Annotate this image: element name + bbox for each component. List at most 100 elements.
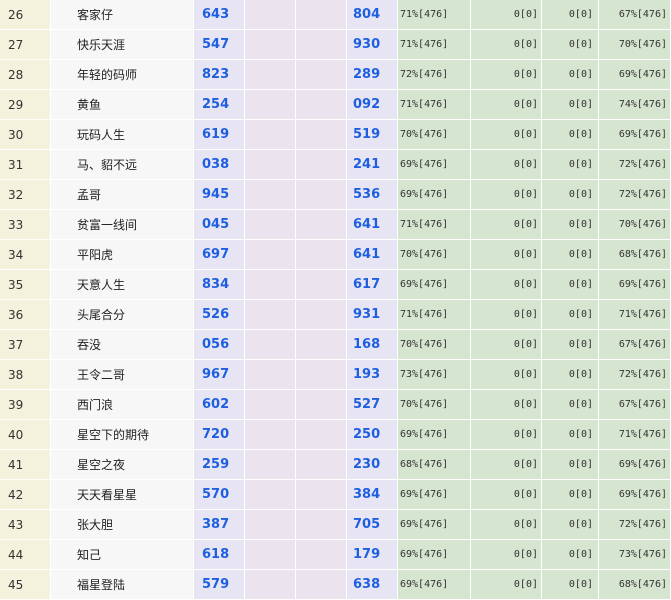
stat-4-cell: 70%[476]	[598, 29, 671, 60]
number-a-cell: 643	[193, 0, 245, 30]
username-cell: 吞没	[50, 329, 194, 360]
empty-cell	[244, 209, 296, 240]
table-row: 43 张大胆 387 705 69%[476] 0[0] 0[0] 72%[476]	[0, 509, 671, 540]
empty-cell	[295, 539, 347, 570]
empty-cell	[295, 209, 347, 240]
username-cell: 年轻的码师	[50, 59, 194, 90]
number-a-cell: 823	[193, 59, 245, 90]
number-b-cell: 641	[346, 209, 398, 240]
stat-3-cell: 0[0]	[541, 419, 599, 450]
rank-cell: 38	[0, 359, 51, 390]
stat-2-cell: 0[0]	[470, 269, 542, 300]
empty-cell	[244, 449, 296, 480]
stat-4-cell: 69%[476]	[598, 269, 671, 300]
username-cell: 天天看星星	[50, 479, 194, 510]
username-cell: 福星登陆	[50, 569, 194, 600]
number-a-cell: 945	[193, 179, 245, 210]
empty-cell	[244, 0, 296, 30]
stat-3-cell: 0[0]	[541, 449, 599, 480]
number-a-cell: 618	[193, 539, 245, 570]
stat-3-cell: 0[0]	[541, 119, 599, 150]
rank-cell: 35	[0, 269, 51, 300]
number-a-cell: 387	[193, 509, 245, 540]
ranking-table-body: 26 客家仔 643 804 71%[476] 0[0] 0[0] 67%[476] 27 快乐天…	[0, 0, 671, 600]
stat-2-cell: 0[0]	[470, 59, 542, 90]
username-cell: 张大胆	[50, 509, 194, 540]
stat-1-cell: 73%[476]	[397, 359, 471, 390]
number-a-cell: 619	[193, 119, 245, 150]
stat-2-cell: 0[0]	[470, 389, 542, 420]
number-b-cell: 536	[346, 179, 398, 210]
empty-cell	[295, 509, 347, 540]
empty-cell	[295, 179, 347, 210]
stat-1-cell: 70%[476]	[397, 239, 471, 270]
rank-cell: 41	[0, 449, 51, 480]
stat-4-cell: 67%[476]	[598, 389, 671, 420]
number-b-cell: 930	[346, 29, 398, 60]
number-b-cell: 638	[346, 569, 398, 600]
stat-3-cell: 0[0]	[541, 89, 599, 120]
empty-cell	[295, 29, 347, 60]
stat-4-cell: 70%[476]	[598, 209, 671, 240]
username-cell: 马、貂不远	[50, 149, 194, 180]
number-b-cell: 617	[346, 269, 398, 300]
number-a-cell: 259	[193, 449, 245, 480]
username-cell: 玩码人生	[50, 119, 194, 150]
stat-1-cell: 71%[476]	[397, 29, 471, 60]
stat-3-cell: 0[0]	[541, 569, 599, 600]
empty-cell	[295, 329, 347, 360]
rank-cell: 29	[0, 89, 51, 120]
stat-2-cell: 0[0]	[470, 509, 542, 540]
number-b-cell: 705	[346, 509, 398, 540]
number-a-cell: 038	[193, 149, 245, 180]
table-row: 36 头尾合分 526 931 71%[476] 0[0] 0[0] 71%[476]	[0, 299, 671, 330]
number-b-cell: 641	[346, 239, 398, 270]
empty-cell	[244, 239, 296, 270]
table-row: 35 天意人生 834 617 69%[476] 0[0] 0[0] 69%[476]	[0, 269, 671, 300]
rank-cell: 33	[0, 209, 51, 240]
empty-cell	[295, 59, 347, 90]
number-a-cell: 967	[193, 359, 245, 390]
stat-3-cell: 0[0]	[541, 59, 599, 90]
number-b-cell: 289	[346, 59, 398, 90]
table-row: 45 福星登陆 579 638 69%[476] 0[0] 0[0] 68%[476]	[0, 569, 671, 600]
empty-cell	[244, 569, 296, 600]
table-row: 26 客家仔 643 804 71%[476] 0[0] 0[0] 67%[476]	[0, 0, 671, 30]
number-a-cell: 254	[193, 89, 245, 120]
empty-cell	[244, 509, 296, 540]
table-row: 39 西门浪 602 527 70%[476] 0[0] 0[0] 67%[476]	[0, 389, 671, 420]
stat-3-cell: 0[0]	[541, 0, 599, 30]
empty-cell	[295, 149, 347, 180]
stat-4-cell: 68%[476]	[598, 569, 671, 600]
rank-cell: 26	[0, 0, 51, 30]
table-row: 38 王令二哥 967 193 73%[476] 0[0] 0[0] 72%[476]	[0, 359, 671, 390]
stat-2-cell: 0[0]	[470, 149, 542, 180]
number-a-cell: 547	[193, 29, 245, 60]
number-b-cell: 193	[346, 359, 398, 390]
stat-3-cell: 0[0]	[541, 479, 599, 510]
empty-cell	[244, 119, 296, 150]
stat-1-cell: 70%[476]	[397, 329, 471, 360]
rank-cell: 40	[0, 419, 51, 450]
table-row: 34 平阳虎 697 641 70%[476] 0[0] 0[0] 68%[476]	[0, 239, 671, 270]
stat-1-cell: 70%[476]	[397, 119, 471, 150]
stat-1-cell: 70%[476]	[397, 389, 471, 420]
empty-cell	[295, 449, 347, 480]
rank-cell: 27	[0, 29, 51, 60]
number-a-cell: 697	[193, 239, 245, 270]
empty-cell	[244, 89, 296, 120]
stat-1-cell: 72%[476]	[397, 59, 471, 90]
username-cell: 知己	[50, 539, 194, 570]
empty-cell	[295, 0, 347, 30]
empty-cell	[244, 149, 296, 180]
rank-cell: 28	[0, 59, 51, 90]
number-b-cell: 931	[346, 299, 398, 330]
stat-1-cell: 71%[476]	[397, 89, 471, 120]
table-row: 30 玩码人生 619 519 70%[476] 0[0] 0[0] 69%[476]	[0, 119, 671, 150]
table-row: 40 星空下的期待 720 250 69%[476] 0[0] 0[0] 71%[476]	[0, 419, 671, 450]
stat-1-cell: 69%[476]	[397, 179, 471, 210]
table-row: 41 星空之夜 259 230 68%[476] 0[0] 0[0] 69%[476]	[0, 449, 671, 480]
table-row: 29 黄鱼 254 092 71%[476] 0[0] 0[0] 74%[476]	[0, 89, 671, 120]
number-b-cell: 092	[346, 89, 398, 120]
table-row: 32 孟哥 945 536 69%[476] 0[0] 0[0] 72%[476]	[0, 179, 671, 210]
